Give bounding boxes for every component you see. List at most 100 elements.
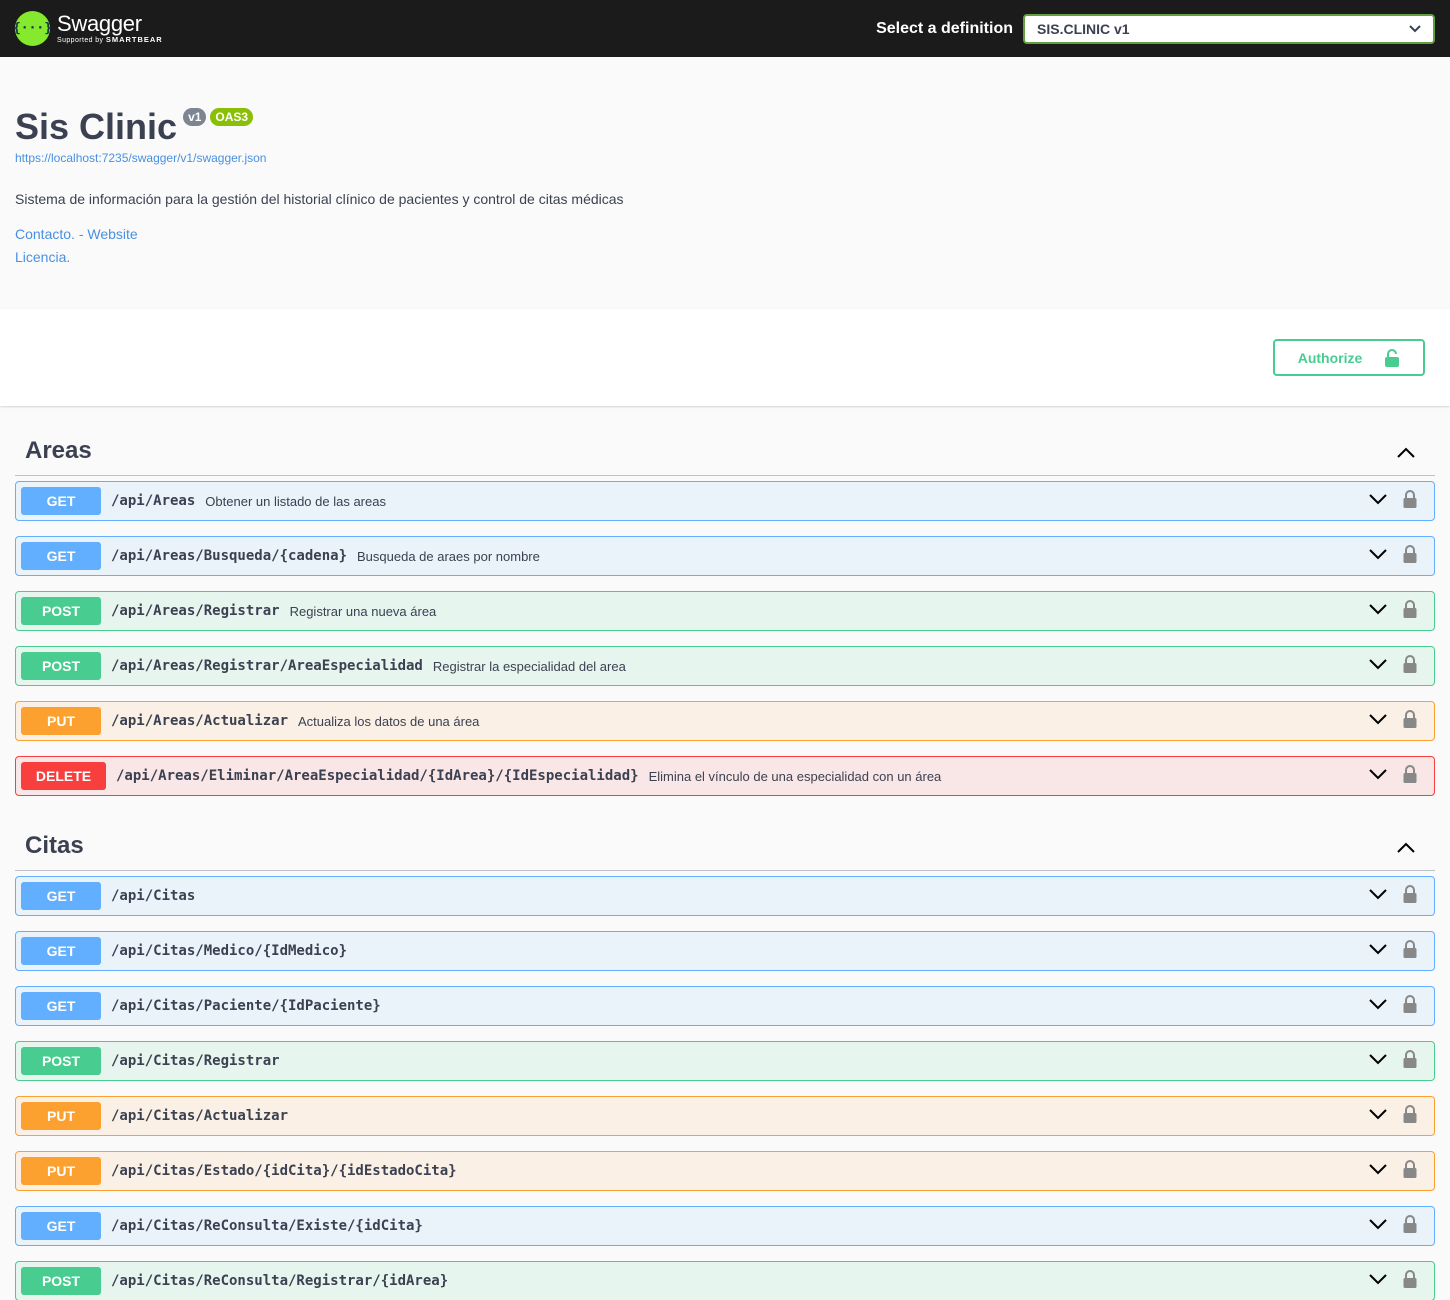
chevron-down-icon[interactable] <box>1369 1162 1387 1180</box>
contact-link[interactable]: Contacto. - Website <box>15 223 1435 246</box>
lock-icon[interactable] <box>1403 939 1417 963</box>
method-badge: PUT <box>21 1157 101 1185</box>
operation-path: /api/Areas/Actualizar <box>111 713 289 729</box>
chevron-down-icon[interactable] <box>1369 1272 1387 1290</box>
lock-icon[interactable] <box>1403 1104 1417 1128</box>
chevron-down-icon[interactable] <box>1369 1217 1387 1235</box>
operation-row[interactable]: PUT/api/Citas/Estado/{idCita}/{idEstadoC… <box>15 1151 1435 1191</box>
lock-icon[interactable] <box>1403 1214 1417 1238</box>
operation-summary: Registrar la especialidad del area <box>432 658 626 674</box>
lock-icon[interactable] <box>1403 764 1417 788</box>
lock-icon[interactable] <box>1403 1269 1417 1293</box>
operation-row[interactable]: POST/api/Areas/Registrar Registrar una nu… <box>15 591 1435 631</box>
operation-row[interactable]: GET/api/Areas Obtener un listado de las a… <box>15 481 1435 521</box>
operation-controls <box>1369 599 1417 623</box>
operation-controls <box>1369 1159 1417 1183</box>
operation-summary: Busqueda de araes por nombre <box>357 548 540 564</box>
logo-title: Swagger <box>57 10 142 36</box>
chevron-up-icon[interactable] <box>1397 840 1415 858</box>
operation-path: /api/Citas/Medico/{IdMedico} <box>111 943 348 959</box>
logo-text: Swagger Supported by SMARTBEAR <box>57 10 163 45</box>
lock-icon[interactable] <box>1403 994 1417 1018</box>
operation-controls <box>1369 489 1417 513</box>
logo-supported-text: Supported by <box>57 36 104 44</box>
chevron-down-icon[interactable] <box>1369 1107 1387 1125</box>
chevron-down-icon[interactable] <box>1369 492 1387 510</box>
spec-url-link[interactable]: https://localhost:7235/swagger/v1/swagge… <box>15 151 1435 165</box>
operation-row[interactable]: POST/api/Areas/Registrar/AreaEspecialida… <box>15 646 1435 686</box>
operation-summary: Elimina el vínculo de una especialidad c… <box>648 768 942 784</box>
operation-row[interactable]: POST/api/Citas/Registrar <box>15 1041 1435 1081</box>
operation-path: /api/Areas <box>111 493 196 509</box>
lock-icon[interactable] <box>1403 544 1417 568</box>
method-badge: GET <box>21 992 101 1020</box>
operation-row[interactable]: GET/api/Areas/Busqueda/{cadena} Busqueda … <box>15 536 1435 576</box>
chevron-down-icon[interactable] <box>1369 657 1387 675</box>
method-badge: GET <box>21 1212 101 1240</box>
version-badge: v1 <box>183 108 207 126</box>
chevron-down-icon[interactable] <box>1369 602 1387 620</box>
operation-row[interactable]: PUT/api/Areas/Actualizar Actualiza los da… <box>15 701 1435 741</box>
operation-summary: Actualiza los datos de una área <box>298 713 480 729</box>
chevron-down-icon[interactable] <box>1369 997 1387 1015</box>
operation-row[interactable]: POST/api/Citas/ReConsulta/Registrar/{idA… <box>15 1261 1435 1300</box>
lock-icon[interactable] <box>1403 489 1417 513</box>
authorize-button[interactable]: Authorize <box>1273 339 1425 376</box>
operation-summary: Registrar una nueva área <box>289 603 437 619</box>
chevron-down-icon[interactable] <box>1369 887 1387 905</box>
api-description: Sistema de información para la gestión d… <box>15 191 624 207</box>
license-link[interactable]: Licencia. <box>15 246 1435 269</box>
operation-controls <box>1369 1049 1417 1073</box>
topbar: {···} Swagger Supported by SMARTBEAR Sel… <box>0 0 1450 57</box>
chevron-down-icon[interactable] <box>1369 942 1387 960</box>
definition-select[interactable]: SIS.CLINIC v1 <box>1023 13 1435 44</box>
chevron-down-icon[interactable] <box>1369 547 1387 565</box>
title-row: Sis Clinic v1 OAS3 <box>15 105 1435 149</box>
operation-path: /api/Citas/ReConsulta/Registrar/{idArea} <box>111 1273 449 1289</box>
operation-row[interactable]: PUT/api/Citas/Actualizar <box>15 1096 1435 1136</box>
method-badge: GET <box>21 542 101 570</box>
chevron-down-icon[interactable] <box>1369 1052 1387 1070</box>
operation-controls <box>1369 994 1417 1018</box>
info-section: Sis Clinic v1 OAS3 https://localhost:723… <box>0 57 1450 309</box>
tag-section-areas: Areas GET/api/Areas Obtener un listado de … <box>15 406 1435 796</box>
info-links: Contacto. - Website Licencia. <box>15 223 1435 269</box>
operation-row[interactable]: GET/api/Citas/Medico/{IdMedico} <box>15 931 1435 971</box>
chevron-down-icon[interactable] <box>1369 767 1387 785</box>
lock-icon[interactable] <box>1403 654 1417 678</box>
operation-path: /api/Citas/ReConsulta/Existe/{idCita} <box>111 1218 423 1234</box>
swagger-logo[interactable]: {···} Swagger Supported by SMARTBEAR <box>13 10 163 46</box>
chevron-down-icon[interactable] <box>1369 712 1387 730</box>
operation-path: /api/Areas/Eliminar/AreaEspecialidad/{Id… <box>116 768 639 784</box>
operation-controls <box>1369 764 1417 788</box>
logo-brand: SMARTBEAR <box>105 34 163 44</box>
operation-path: /api/Citas/Registrar <box>111 1053 280 1069</box>
definition-selector: Select a definition SIS.CLINIC v1 <box>876 13 1435 44</box>
method-badge: GET <box>21 937 101 965</box>
lock-icon[interactable] <box>1403 1159 1417 1183</box>
operation-path: /api/Citas/Estado/{idCita}/{idEstadoCita… <box>111 1163 457 1179</box>
operation-path: /api/Areas/Busqueda/{cadena} <box>111 548 348 564</box>
chevron-up-icon[interactable] <box>1397 445 1415 463</box>
operation-summary: Obtener un listado de las areas <box>205 493 386 509</box>
lock-icon[interactable] <box>1403 884 1417 908</box>
operation-row[interactable]: DELETE/api/Areas/Eliminar/AreaEspecialid… <box>15 756 1435 796</box>
lock-icon[interactable] <box>1403 1049 1417 1073</box>
operation-row[interactable]: GET/api/Citas <box>15 876 1435 916</box>
lock-icon[interactable] <box>1403 599 1417 623</box>
unlocked-icon <box>1385 348 1400 367</box>
lock-icon[interactable] <box>1403 709 1417 733</box>
operation-path: /api/Citas <box>111 888 196 904</box>
tag-header[interactable]: Citas <box>15 811 1435 871</box>
tag-header[interactable]: Areas <box>15 406 1435 476</box>
definition-select-value: SIS.CLINIC v1 <box>1037 20 1130 37</box>
operation-controls <box>1369 1269 1417 1293</box>
scheme-container: Authorize <box>0 309 1450 406</box>
oas-badge: OAS3 <box>210 108 254 126</box>
operation-row[interactable]: GET/api/Citas/Paciente/{IdPaciente} <box>15 986 1435 1026</box>
operation-controls <box>1369 654 1417 678</box>
tag-name: Areas <box>25 437 92 464</box>
operation-row[interactable]: GET/api/Citas/ReConsulta/Existe/{idCita} <box>15 1206 1435 1246</box>
method-badge: GET <box>21 882 101 910</box>
tag-section-citas: Citas GET/api/Citas GET/api/Citas/Medico/{… <box>15 811 1435 1300</box>
